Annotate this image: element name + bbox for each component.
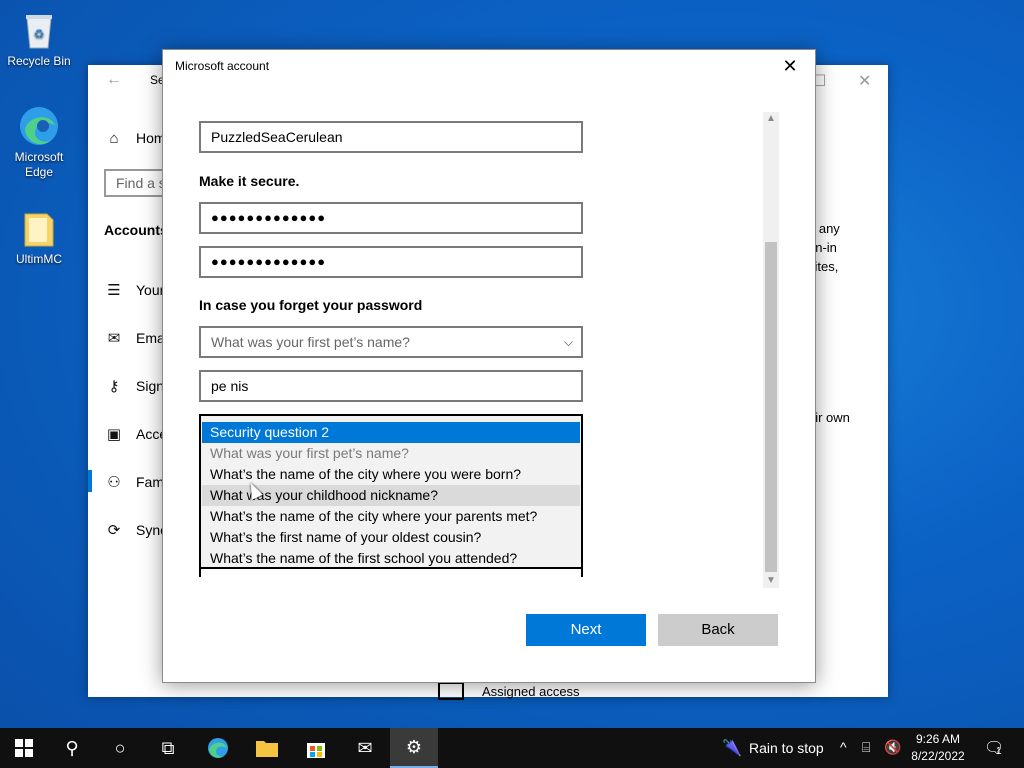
- person-list-icon: ☰: [107, 282, 121, 299]
- taskbar: ⚲ ○ ⧉ ✉ ⚙ 🌂 Rain to stop ^ ⌸ 🔇 9:26 AM 8…: [0, 728, 1024, 768]
- nav-item-label: Your: [136, 282, 165, 298]
- nav-item-access[interactable]: ▣ Acce: [104, 422, 167, 446]
- nav-item-sync[interactable]: ⟳ Sync: [104, 518, 167, 542]
- close-icon[interactable]: ✕: [858, 71, 871, 91]
- nav-item-family[interactable]: ⚇ Fam: [104, 470, 164, 494]
- dropdown-edge: [201, 567, 581, 577]
- scrollbar-thumb[interactable]: [765, 242, 777, 572]
- weather-text[interactable]: Rain to stop: [749, 740, 824, 756]
- nav-item-home[interactable]: ⌂ Hom: [104, 126, 165, 150]
- file-explorer-icon[interactable]: [243, 728, 291, 768]
- security-answer-1-field[interactable]: pe nis: [199, 370, 583, 402]
- mail-icon: ✉: [107, 330, 121, 347]
- assigned-access-link[interactable]: Assigned access: [438, 682, 580, 700]
- back-arrow-icon[interactable]: ←: [106, 71, 122, 89]
- weather-icon[interactable]: 🌂: [722, 738, 742, 758]
- confirm-password-field[interactable]: ●●●●●●●●●●●●●: [199, 246, 583, 278]
- add-person-icon: ⚇: [107, 474, 121, 491]
- dropdown-option: What was your first pet’s name?: [210, 445, 409, 461]
- desktop-icon-recycle-bin[interactable]: ♻ Recycle Bin: [1, 8, 77, 69]
- secure-heading: Make it secure.: [199, 173, 300, 189]
- cortana-icon[interactable]: ○: [96, 728, 144, 768]
- microsoft-account-dialog: Microsoft account ✕ PuzzledSeaCerulean M…: [162, 49, 816, 683]
- security-question-1-select[interactable]: What was your first pet’s name? ⌵: [199, 326, 583, 358]
- briefcase-icon: ▣: [106, 426, 122, 443]
- desktop-icon-label: Microsoft Edge: [14, 150, 64, 179]
- nav-item-label: Sign: [136, 378, 165, 394]
- network-icon[interactable]: ⌸: [862, 739, 870, 756]
- dropdown-option[interactable]: What’s the name of the city where you we…: [202, 464, 580, 485]
- chevron-up-icon[interactable]: ^: [840, 739, 847, 755]
- section-heading: Accounts: [104, 222, 168, 238]
- settings-gear-icon[interactable]: ⚙: [390, 728, 438, 768]
- nav-item-sign-in[interactable]: ⚷ Sign: [104, 374, 165, 398]
- desktop-icon-edge[interactable]: Microsoft Edge: [1, 104, 77, 180]
- assigned-access-label: Assigned access: [482, 683, 580, 699]
- dropdown-option[interactable]: What’s the name of the city where your p…: [202, 506, 580, 527]
- desktop-icon-ultimmc[interactable]: UltimMC: [1, 206, 77, 267]
- clock[interactable]: 9:26 AM 8/22/2022: [902, 731, 974, 765]
- time-text: 9:26 AM: [915, 732, 961, 746]
- dropdown-option[interactable]: Security question 2: [202, 422, 580, 443]
- close-icon[interactable]: ✕: [773, 52, 807, 80]
- dialog-scrollbar[interactable]: ▲ ▼: [763, 112, 779, 588]
- scroll-down-icon[interactable]: ▼: [763, 574, 779, 588]
- scroll-up-icon[interactable]: ▲: [763, 112, 779, 126]
- back-button[interactable]: Back: [658, 614, 778, 646]
- desktop-icon-label: UltimMC: [16, 252, 62, 266]
- windows-start-icon[interactable]: [0, 728, 48, 768]
- chevron-down-icon: ⌵: [563, 335, 573, 349]
- mail-icon[interactable]: ✉: [341, 728, 389, 768]
- dropdown-option[interactable]: What’s the first name of your oldest cou…: [202, 527, 580, 548]
- folder-icon: [17, 206, 61, 250]
- edge-taskbar-icon[interactable]: [194, 728, 242, 768]
- nav-item-your-info[interactable]: ☰ Your: [104, 278, 164, 302]
- key-icon: ⚷: [108, 378, 120, 395]
- recycle-bin-icon: ♻: [17, 8, 61, 52]
- nav-item-label: Fam: [136, 474, 164, 490]
- nav-item-email[interactable]: ✉ Ema: [104, 326, 165, 350]
- sync-icon: ⟳: [107, 522, 121, 539]
- notification-count: 1: [996, 746, 1002, 757]
- next-button[interactable]: Next: [526, 614, 646, 646]
- task-view-icon[interactable]: ⧉: [144, 728, 192, 768]
- assigned-access-icon: [438, 682, 464, 700]
- dialog-title: Microsoft account: [175, 59, 270, 73]
- security-question-1-value: What was your first pet’s name?: [211, 334, 410, 350]
- store-icon[interactable]: [292, 728, 340, 768]
- search-icon[interactable]: ⚲: [48, 728, 96, 768]
- home-icon: ⌂: [109, 129, 119, 147]
- nav-selection-indicator: [88, 470, 92, 492]
- desktop-icon-label: Recycle Bin: [7, 54, 71, 68]
- svg-text:♻: ♻: [34, 27, 45, 41]
- volume-muted-icon[interactable]: 🔇: [884, 739, 901, 756]
- forgot-heading: In case you forget your password: [199, 297, 423, 313]
- password-field[interactable]: ●●●●●●●●●●●●●: [199, 202, 583, 234]
- nav-item-label: Ema: [136, 330, 165, 346]
- username-field[interactable]: PuzzledSeaCerulean: [199, 121, 583, 153]
- date-text: 8/22/2022: [911, 749, 965, 763]
- edge-icon: [17, 104, 61, 148]
- dropdown-option[interactable]: What’s the name of the first school you …: [202, 548, 580, 569]
